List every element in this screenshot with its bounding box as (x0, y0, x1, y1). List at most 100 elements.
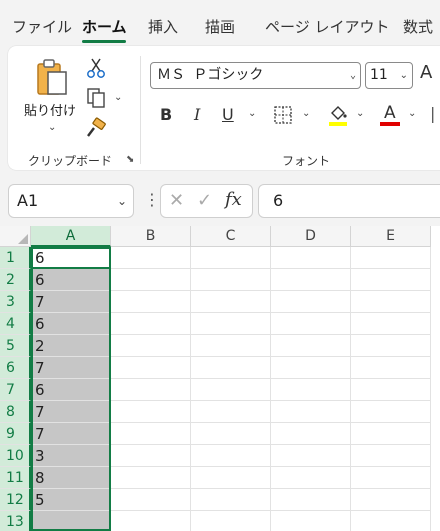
bold-button[interactable]: B (160, 105, 172, 124)
cell-d5[interactable] (271, 335, 351, 357)
cell-b2[interactable] (111, 269, 191, 291)
font-color-button[interactable]: A (378, 102, 402, 128)
tab-home[interactable]: ホーム (82, 16, 127, 37)
increase-font-size-icon[interactable]: A (420, 62, 432, 83)
font-color-dropdown-icon[interactable]: ⌄ (408, 108, 416, 119)
cell-e1[interactable] (351, 247, 431, 269)
cell-c3[interactable] (191, 291, 271, 313)
cell-c6[interactable] (191, 357, 271, 379)
formula-input[interactable]: 6 (258, 184, 440, 218)
enter-check-icon[interactable]: ✓ (197, 190, 212, 211)
column-header-b[interactable]: B (111, 226, 191, 247)
cell-a8[interactable]: 7 (31, 401, 111, 423)
cell-b4[interactable] (111, 313, 191, 335)
paste-button[interactable] (30, 56, 74, 100)
italic-button[interactable]: I (194, 105, 200, 124)
copy-button[interactable] (84, 86, 108, 110)
cell-e11[interactable] (351, 467, 431, 489)
select-all-button[interactable] (0, 226, 31, 247)
cell-c10[interactable] (191, 445, 271, 467)
clipboard-dialog-launcher-icon[interactable]: ⬊ (126, 154, 136, 165)
cell-b7[interactable] (111, 379, 191, 401)
row-header-10[interactable]: 10 (0, 445, 31, 467)
cell-a13[interactable] (31, 511, 111, 531)
cell-c4[interactable] (191, 313, 271, 335)
cell-d13[interactable] (271, 511, 351, 531)
row-header-3[interactable]: 3 (0, 291, 31, 313)
cell-c2[interactable] (191, 269, 271, 291)
borders-button[interactable] (272, 104, 294, 126)
cell-d11[interactable] (271, 467, 351, 489)
cell-d8[interactable] (271, 401, 351, 423)
cell-d4[interactable] (271, 313, 351, 335)
cell-d9[interactable] (271, 423, 351, 445)
cell-a7[interactable]: 6 (31, 379, 111, 401)
cell-b13[interactable] (111, 511, 191, 531)
column-header-e[interactable]: E (351, 226, 431, 247)
fill-color-dropdown-icon[interactable]: ⌄ (356, 108, 364, 119)
tab-insert[interactable]: 挿入 (148, 16, 178, 37)
format-painter-button[interactable] (84, 116, 108, 140)
more-options-icon[interactable]: ⋮ (144, 190, 160, 209)
underline-dropdown-icon[interactable]: ⌄ (248, 108, 256, 119)
cell-b11[interactable] (111, 467, 191, 489)
font-name-select[interactable]: ＭＳ Ｐゴシック ⌄ (150, 62, 361, 89)
more-font-options-icon[interactable]: | (430, 104, 435, 123)
tab-formulas[interactable]: 数式 (403, 16, 433, 37)
cancel-icon[interactable]: ✕ (169, 190, 184, 211)
cut-button[interactable] (84, 56, 108, 80)
cell-c5[interactable] (191, 335, 271, 357)
cell-e4[interactable] (351, 313, 431, 335)
column-header-d[interactable]: D (271, 226, 351, 247)
cell-a6[interactable]: 7 (31, 357, 111, 379)
cell-c11[interactable] (191, 467, 271, 489)
cell-e8[interactable] (351, 401, 431, 423)
row-header-13[interactable]: 13 (0, 511, 31, 531)
column-header-a[interactable]: A (31, 226, 111, 247)
cell-a12[interactable]: 5 (31, 489, 111, 511)
cell-e2[interactable] (351, 269, 431, 291)
row-header-12[interactable]: 12 (0, 489, 31, 511)
row-header-4[interactable]: 4 (0, 313, 31, 335)
cell-a4[interactable]: 6 (31, 313, 111, 335)
cell-e13[interactable] (351, 511, 431, 531)
row-header-2[interactable]: 2 (0, 269, 31, 291)
cell-e9[interactable] (351, 423, 431, 445)
cell-c8[interactable] (191, 401, 271, 423)
row-header-5[interactable]: 5 (0, 335, 31, 357)
cell-e5[interactable] (351, 335, 431, 357)
borders-dropdown-icon[interactable]: ⌄ (302, 108, 310, 119)
cell-b9[interactable] (111, 423, 191, 445)
cell-b12[interactable] (111, 489, 191, 511)
fill-color-button[interactable] (326, 102, 350, 128)
row-header-8[interactable]: 8 (0, 401, 31, 423)
cell-a5[interactable]: 2 (31, 335, 111, 357)
column-header-c[interactable]: C (191, 226, 271, 247)
cell-b8[interactable] (111, 401, 191, 423)
cell-b10[interactable] (111, 445, 191, 467)
cell-c13[interactable] (191, 511, 271, 531)
cell-a3[interactable]: 7 (31, 291, 111, 313)
cell-b6[interactable] (111, 357, 191, 379)
cell-d1[interactable] (271, 247, 351, 269)
cell-b1[interactable] (111, 247, 191, 269)
cell-c1[interactable] (191, 247, 271, 269)
row-header-9[interactable]: 9 (0, 423, 31, 445)
tab-file[interactable]: ファイル (12, 16, 72, 37)
font-size-select[interactable]: 11 ⌄ (365, 62, 413, 89)
tab-page-layout[interactable]: ページ レイアウト (265, 16, 389, 37)
paste-dropdown-icon[interactable]: ⌄ (48, 122, 56, 133)
cell-b5[interactable] (111, 335, 191, 357)
active-cell-a1[interactable]: 6 (31, 247, 111, 269)
cell-e10[interactable] (351, 445, 431, 467)
cell-c12[interactable] (191, 489, 271, 511)
row-header-7[interactable]: 7 (0, 379, 31, 401)
cell-a10[interactable]: 3 (31, 445, 111, 467)
cell-d12[interactable] (271, 489, 351, 511)
cell-a11[interactable]: 8 (31, 467, 111, 489)
cell-e12[interactable] (351, 489, 431, 511)
cell-e7[interactable] (351, 379, 431, 401)
cell-e6[interactable] (351, 357, 431, 379)
cell-d2[interactable] (271, 269, 351, 291)
cell-d6[interactable] (271, 357, 351, 379)
